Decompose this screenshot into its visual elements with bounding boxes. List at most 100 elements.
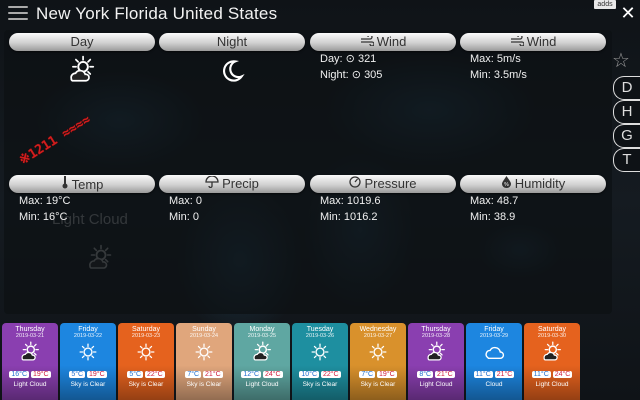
card-night: Night [159, 33, 305, 90]
forecast-high: 24°C [552, 371, 573, 378]
side-button-d[interactable]: D [613, 76, 640, 100]
close-icon[interactable]: ✕ [618, 3, 638, 23]
card-label: Temp [71, 177, 104, 192]
forecast-temps: 12°C 24°C [234, 371, 290, 378]
forecast-day[interactable]: Tuesday 2019-03-26 10°C 22°C Sky is Clea… [292, 323, 348, 400]
forecast-temps: 11°C 24°C [524, 371, 580, 378]
forecast-day-name: Sunday [192, 326, 216, 333]
forecast-temps: 7°C 21°C [176, 371, 232, 378]
sun-icon [176, 341, 232, 363]
card-value-line: Max: 19°C [19, 195, 71, 207]
gauge-icon [349, 175, 362, 193]
forecast-day[interactable]: Sunday 2019-03-24 7°C 21°C Sky is Clear [176, 323, 232, 400]
forecast-day-name: Monday [249, 326, 275, 333]
forecast-low: 8°C [417, 371, 434, 378]
card-values: Max: 48.7 Min: 38.9 [460, 193, 606, 225]
card-label: Humidity [514, 176, 566, 191]
sun-icon [118, 341, 174, 363]
card-label: Wind [526, 34, 557, 49]
ghost-sun-cloud-icon [89, 244, 112, 269]
menu-icon[interactable] [8, 6, 28, 22]
forecast-day-name: Friday [78, 326, 98, 333]
forecast-date: 2019-03-25 [247, 333, 277, 339]
forecast-date: 2019-03-23 [131, 333, 161, 339]
forecast-high: 24°C [262, 371, 283, 378]
forecast-temps: 5°C 19°C [60, 371, 116, 378]
forecast-day[interactable]: Thursday 2019-03-28 8°C 21°C Light Cloud [408, 323, 464, 400]
card-wind-speed-header[interactable]: Wind [460, 33, 606, 51]
card-wind-dir-header[interactable]: Wind [310, 33, 456, 51]
forecast-temps: 8°C 21°C [408, 371, 464, 378]
drop-percent-icon: % [501, 175, 512, 193]
forecast-high: 22°C [145, 371, 165, 378]
card-values: Day: ⊙ 321 Night: ⊙ 305 [310, 51, 456, 83]
forecast-temps: 16°C 19°C [2, 371, 58, 378]
forecast-date: 2019-03-26 [305, 333, 335, 339]
forecast-temps: 7°C 19°C [350, 371, 406, 378]
card-pressure-header[interactable]: Pressure [310, 175, 456, 193]
card-pressure: Pressure Max: 1019.6 Min: 1016.2 [310, 175, 456, 225]
favorite-star-icon[interactable]: ☆ [612, 48, 630, 73]
forecast-low: 11°C [473, 371, 493, 378]
card-label: Wind [376, 34, 407, 49]
sun-icon [350, 341, 406, 363]
forecast-low: 5°C [69, 371, 86, 378]
card-value-line: Max: 48.7 [470, 195, 519, 207]
card-day-header[interactable]: Day [9, 33, 155, 51]
forecast-day[interactable]: Wednesday 2019-03-27 7°C 19°C Sky is Cle… [350, 323, 406, 400]
forecast-day[interactable]: Saturday 2019-03-30 11°C 24°C Light Clou… [524, 323, 580, 400]
forecast-low: 7°C [359, 371, 376, 378]
forecast-low: 5°C [127, 371, 144, 378]
card-value-line: Max: 1019.6 [320, 195, 381, 207]
card-humidity: % Humidity Max: 48.7 Min: 38.9 [460, 175, 606, 225]
forecast-high: 21°C [494, 371, 515, 378]
side-button-h[interactable]: H [613, 100, 640, 124]
sun-icon [60, 341, 116, 363]
sun-cloud-icon [9, 55, 155, 90]
forecast-day[interactable]: Monday 2019-03-25 12°C 24°C Light Cloud [234, 323, 290, 400]
forecast-condition: Light Cloud [13, 381, 47, 388]
forecast-temps: 11°C 21°C [466, 371, 522, 378]
card-humidity-header[interactable]: % Humidity [460, 175, 606, 193]
sun-icon [292, 341, 348, 363]
ghost-condition-label: Light Cloud [52, 211, 128, 228]
forecast-day[interactable]: Saturday 2019-03-23 5°C 22°C Sky is Clea… [118, 323, 174, 400]
forecast-date: 2019-03-22 [73, 333, 103, 339]
forecast-low: 10°C [299, 371, 320, 378]
card-value-line: Min: 1016.2 [320, 211, 378, 223]
side-button-g[interactable]: G [613, 124, 640, 148]
forecast-high: 19°C [87, 371, 107, 378]
forecast-date: 2019-03-21 [15, 333, 45, 339]
forecast-high: 21°C [203, 371, 223, 378]
forecast-condition: Sky is Clear [128, 381, 164, 388]
forecast-day[interactable]: Thursday 2019-03-21 16°C 19°C Light Clou… [2, 323, 58, 400]
side-button-t[interactable]: T [613, 148, 640, 172]
forecast-day-name: Wednesday [359, 326, 397, 333]
header: New York Florida United States adds ✕ [0, 0, 640, 28]
forecast-day[interactable]: Friday 2019-03-29 11°C 21°C Cloud [466, 323, 522, 400]
card-temp-header[interactable]: Temp [9, 175, 155, 193]
card-label: Pressure [364, 176, 417, 191]
card-precip-header[interactable]: Precip [159, 175, 305, 193]
forecast-date: 2019-03-24 [189, 333, 219, 339]
forecast-high: 19°C [377, 371, 397, 378]
forecast-condition: Light Cloud [245, 381, 279, 388]
forecast-temps: 5°C 22°C [118, 371, 174, 378]
forecast-low: 7°C [185, 371, 202, 378]
sun-cloud-icon [2, 341, 58, 363]
forecast-condition: Light Cloud [419, 381, 453, 388]
moon-icon [159, 55, 305, 90]
forecast-temps: 10°C 22°C [292, 371, 348, 378]
card-value-line: Max: 0 [169, 195, 203, 207]
adds-button[interactable]: adds [594, 0, 616, 9]
card-night-header[interactable]: Night [159, 33, 305, 51]
forecast-day[interactable]: Friday 2019-03-22 5°C 19°C Sky is Clear [60, 323, 116, 400]
card-value-line: Min: 3.5m/s [470, 69, 527, 81]
wind-icon [510, 33, 525, 51]
forecast-condition: Light Cloud [535, 381, 569, 388]
forecast-low: 16°C [9, 371, 30, 378]
card-label: Night [216, 34, 248, 49]
forecast-day-name: Saturday [131, 326, 161, 333]
umbrella-icon [205, 175, 219, 193]
forecast-day-name: Friday [484, 326, 504, 333]
